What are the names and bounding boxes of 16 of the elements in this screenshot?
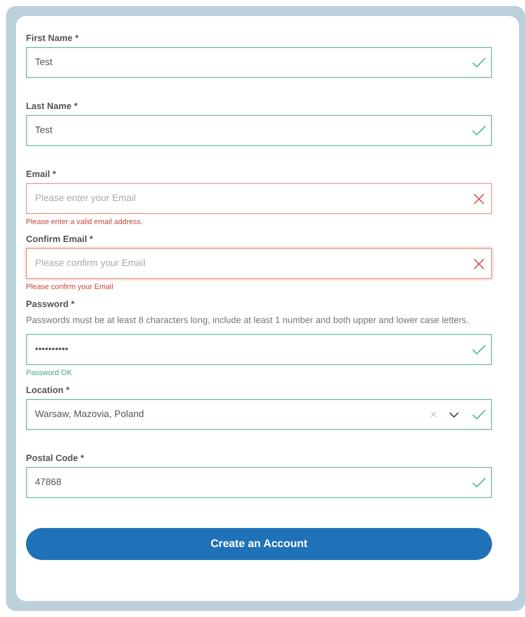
field-label: Password *	[26, 298, 76, 310]
field-label: Email *	[26, 168, 58, 180]
input-field[interactable]: Test	[26, 115, 492, 146]
input-field[interactable]: ••••••••••	[26, 334, 492, 365]
location-select[interactable]: Warsaw, Mazovia, Poland	[26, 399, 492, 430]
create-account-button[interactable]: Create an Account	[26, 528, 492, 560]
field-label: Confirm Email *	[26, 233, 94, 245]
field-label: First Name *	[26, 32, 80, 44]
input-field[interactable]: Test	[26, 47, 492, 78]
input-field[interactable]: Please enter your Email	[26, 183, 492, 214]
field-label: Postal Code *	[26, 452, 86, 464]
input-field[interactable]: 47868	[26, 467, 492, 498]
help-text: Passwords must be at least 8 characters long, include at least 1 number and both upper and lower case letters.	[26, 314, 470, 327]
input-field[interactable]: Please confirm your Email	[26, 248, 492, 279]
field-label: Last Name *	[26, 100, 79, 112]
field-label: Location *	[26, 384, 71, 396]
